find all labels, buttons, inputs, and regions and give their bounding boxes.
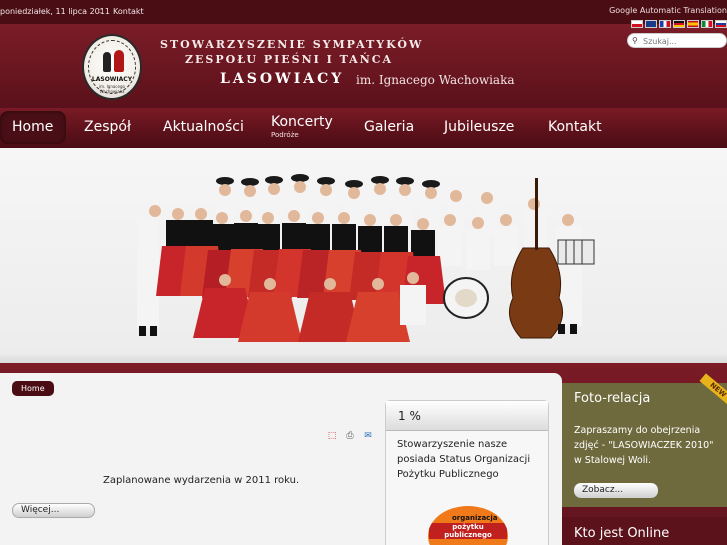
folk-ensemble-photo — [137, 174, 595, 342]
main-content: Home ⬚ ⎙ ✉ Zaplanowane wydarzenia w 2011… — [0, 373, 562, 545]
opp-badge-line2: pożytku publicznego — [429, 523, 507, 539]
pdf-icon[interactable]: ⬚ — [325, 430, 339, 442]
article-tools: ⬚ ⎙ ✉ — [325, 430, 375, 442]
article-text: Zaplanowane wydarzenia w 2011 roku. — [103, 475, 300, 486]
top-bar: poniedziałek, 11 lipca 2011 ▫ Kontakt Go… — [0, 0, 727, 24]
site-title-line4: im. Ignacego Wachowiaka — [356, 73, 515, 87]
nav-item-label: Zespół — [84, 119, 131, 135]
flag-en-icon[interactable] — [645, 20, 657, 28]
dancer-female-icon — [114, 50, 124, 72]
read-more-button[interactable]: Więcej... — [12, 503, 95, 518]
language-flags — [631, 20, 727, 28]
logo-subtitle: im. Ignacego Wachowiaka — [99, 84, 125, 94]
photo-report-title: Foto-relacja — [574, 391, 651, 406]
flag-de-icon[interactable] — [673, 20, 685, 28]
search-icon: ⚲ — [632, 36, 638, 45]
site-logo[interactable]: LASOWIACY im. Ignacego Wachowiaka — [82, 34, 142, 100]
banner-shadow — [0, 353, 727, 363]
who-online-title: Kto jest Online — [574, 526, 670, 541]
new-ribbon: NEW — [699, 373, 727, 407]
search-input[interactable] — [643, 35, 725, 47]
photo-report-button[interactable]: Zobacz... — [574, 483, 658, 498]
breadcrumb-home[interactable]: Home — [12, 381, 54, 396]
logo-title: LASOWIACY — [91, 76, 133, 83]
main-navigation: Home Zespół Aktualności Koncerty Podróże… — [0, 108, 727, 148]
site-title-line3: LASOWIACY — [220, 71, 345, 87]
translate-label: Google Automatic Translation — [609, 6, 727, 15]
opp-title: 1 % — [386, 401, 548, 431]
nav-item-label: Home — [12, 119, 54, 135]
opp-text: Stowarzyszenie nasze posiada Status Orga… — [397, 439, 531, 480]
nav-item-label: Koncerty — [271, 114, 333, 130]
site-title-line1: STOWARZYSZENIE SYMPATYKÓW — [160, 38, 424, 51]
print-icon[interactable]: ⎙ — [343, 430, 357, 442]
separator-icon: ▫ — [98, 6, 104, 15]
site-header: LASOWIACY im. Ignacego Wachowiaka STOWAR… — [0, 20, 727, 108]
nav-item-sublabel: Podróże — [271, 131, 299, 139]
search-box[interactable]: ⚲ — [627, 33, 727, 48]
nav-item-label: Kontakt — [548, 119, 602, 135]
opp-box: 1 % Stowarzyszenie nasze posiada Status … — [385, 400, 549, 545]
flag-ru-icon[interactable] — [715, 20, 727, 28]
site-title-line2: ZESPOŁU PIEŚNI I TAŃCA — [185, 53, 394, 66]
who-online-panel: Kto jest Online — [562, 517, 727, 545]
flag-it-icon[interactable] — [701, 20, 713, 28]
group-photo-banner — [0, 148, 727, 363]
flag-pl-icon[interactable] — [631, 20, 643, 28]
opp-badge-line1: organizacja — [452, 514, 498, 522]
photo-report-text: Zapraszamy do obejrzenia zdjęć - "LASOWI… — [574, 425, 714, 466]
nav-item-home[interactable]: Home — [0, 111, 66, 144]
photo-report-panel: Foto-relacja Zapraszamy do obejrzenia zd… — [562, 373, 727, 507]
nav-item-label: Jubileusze — [444, 119, 515, 135]
flag-es-icon[interactable] — [687, 20, 699, 28]
email-icon[interactable]: ✉ — [361, 430, 375, 442]
top-contact-link[interactable]: Kontakt — [113, 7, 144, 16]
flag-fr-icon[interactable] — [659, 20, 671, 28]
current-date: poniedziałek, 11 lipca 2011 — [0, 7, 110, 16]
dancer-male-icon — [103, 52, 111, 72]
nav-item-label: Aktualności — [163, 119, 244, 135]
nav-item-label: Galeria — [364, 119, 415, 135]
opp-badge-icon[interactable]: organizacja pożytku publicznego — [428, 506, 508, 545]
lower-section: Home ⬚ ⎙ ✉ Zaplanowane wydarzenia w 2011… — [0, 363, 727, 545]
